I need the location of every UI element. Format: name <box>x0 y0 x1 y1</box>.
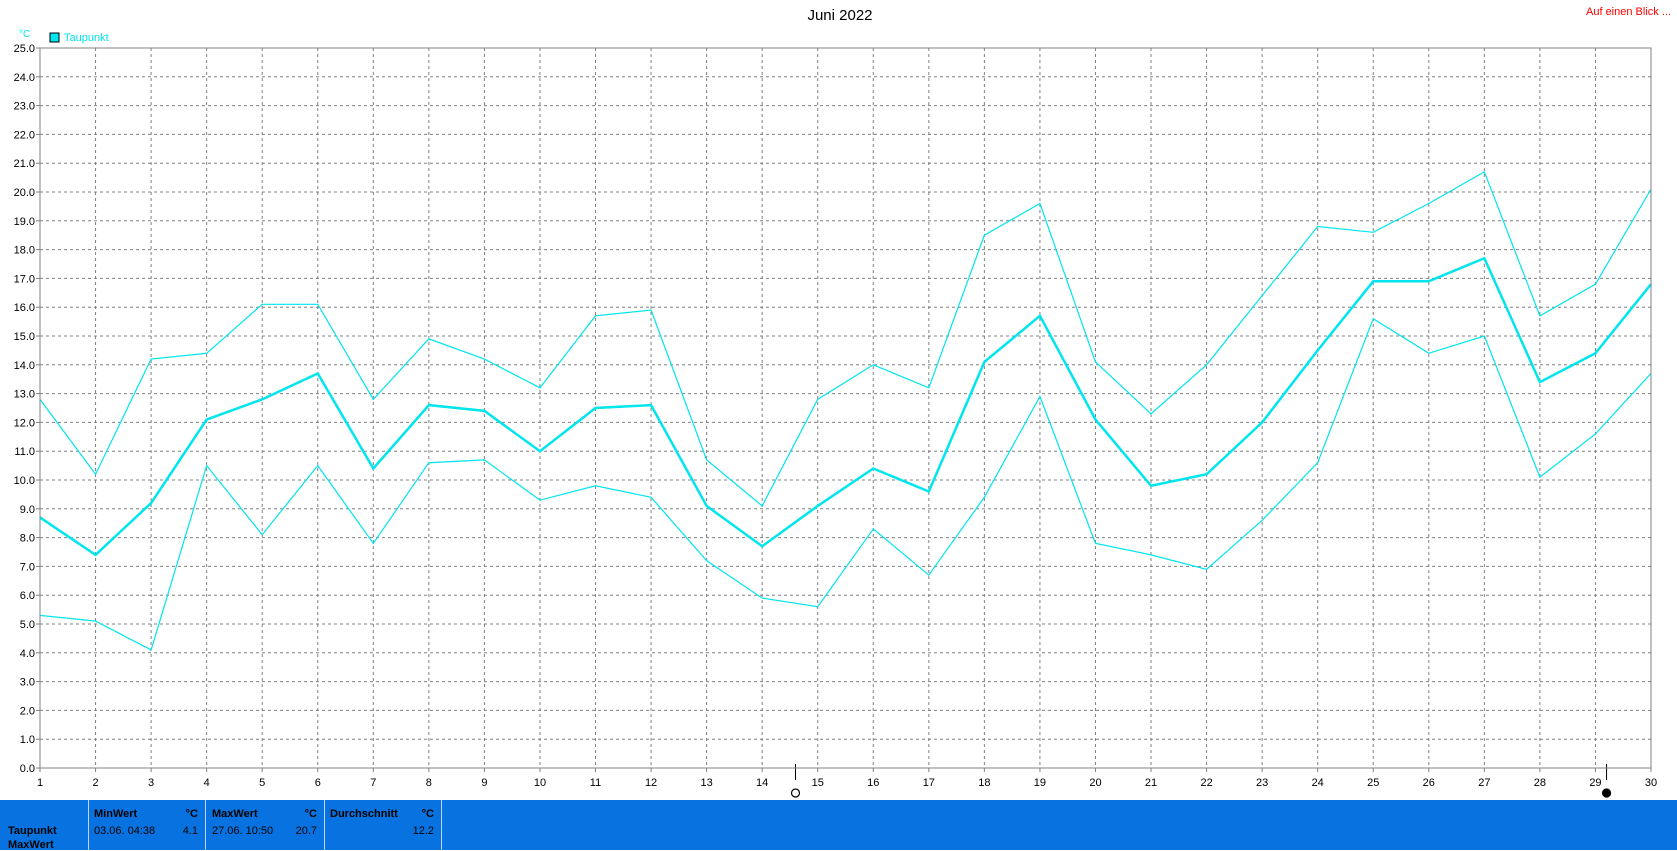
min-value: 4.1 <box>182 825 198 837</box>
x-tick-label: 18 <box>978 777 990 789</box>
x-tick-label: 8 <box>426 777 432 789</box>
x-tick-label: 16 <box>867 777 879 789</box>
x-tick-label: 5 <box>259 777 265 789</box>
x-tick-label: 20 <box>1089 777 1101 789</box>
avg-unit: °C <box>421 808 434 820</box>
y-tick-label: 0.0 <box>20 763 35 775</box>
x-tick-label: 25 <box>1367 777 1379 789</box>
stats-average: Durchschnitt °C 12.2 <box>330 800 434 850</box>
legend-swatch <box>49 32 60 43</box>
y-tick-label: 8.0 <box>20 533 35 545</box>
y-tick-label: 21.0 <box>14 158 35 170</box>
x-tick-label: 13 <box>700 777 712 789</box>
min-header: MinWert <box>94 808 138 820</box>
y-tick-label: 15.0 <box>14 331 35 343</box>
x-tick-label: 26 <box>1423 777 1435 789</box>
y-tick-label: 23.0 <box>14 101 35 113</box>
x-tick-label: 3 <box>148 777 154 789</box>
series-line-min <box>39 317 1652 651</box>
y-tick-label: 16.0 <box>14 302 35 314</box>
y-tick-label: 10.0 <box>14 475 35 487</box>
y-axis-ticks: 0.0 1.0 2.0 3.0 4.0 5.0 6.0 7.0 8.0 9.0 10.0 11.0 12… <box>14 43 40 775</box>
row-label-maxwert: MaxWert <box>8 839 54 851</box>
x-tick-label: 15 <box>812 777 824 789</box>
stats-divider <box>324 800 325 850</box>
row-labels: Taupunkt MaxWert <box>8 800 88 851</box>
legend-label-taupunkt: Taupunkt <box>64 32 109 44</box>
series-line-max <box>39 170 1652 507</box>
y-axis-unit: °C <box>19 29 30 40</box>
min-date-time: 03.06. 04:38 <box>94 825 156 837</box>
x-tick-label: 27 <box>1478 777 1490 789</box>
stats-table: Taupunkt MaxWert MinWert °C 03.06. 04:38… <box>0 800 1677 851</box>
max-value: 20.7 <box>295 825 317 837</box>
x-tick-label: 29 <box>1589 777 1601 789</box>
x-tick-label: 23 <box>1256 777 1268 789</box>
chart-title: Juni 2022 <box>807 7 872 24</box>
x-tick-label: 12 <box>645 777 657 789</box>
y-tick-label: 3.0 <box>20 677 35 689</box>
dewpoint-chart: Juni 2022 °C Taupunkt 0.0 1.0 2.0 3.0 4.0 5.0… <box>14 7 1657 798</box>
avg-header: Durchschnitt <box>330 808 398 820</box>
stats-divider <box>441 800 442 850</box>
y-tick-label: 20.0 <box>14 187 35 199</box>
max-date-time: 27.06. 10:50 <box>212 825 274 837</box>
y-tick-label: 12.0 <box>14 417 35 429</box>
y-tick-label: 6.0 <box>20 590 35 602</box>
y-tick-label: 18.0 <box>14 245 35 257</box>
x-tick-label: 10 <box>534 777 546 789</box>
x-tick-label: 28 <box>1534 777 1546 789</box>
x-tick-label: 24 <box>1312 777 1324 789</box>
x-tick-label: 7 <box>370 777 376 789</box>
x-tick-label: 21 <box>1145 777 1157 789</box>
y-tick-label: 14.0 <box>14 360 35 372</box>
y-tick-label: 5.0 <box>20 619 35 631</box>
y-tick-label: 19.0 <box>14 216 35 228</box>
x-axis-ticks: 1 2 3 4 5 6 7 8 9 10 11 12 13 14 15 16 17 18 19 20 21 22 23 24 2… <box>37 768 1657 789</box>
legend: Taupunkt <box>49 32 109 44</box>
x-tick-label: 19 <box>1034 777 1046 789</box>
y-tick-label: 1.0 <box>20 734 35 746</box>
full-moon-icon <box>1601 788 1612 798</box>
row-label-taupunkt: Taupunkt <box>8 825 57 837</box>
y-tick-label: 24.0 <box>14 72 35 84</box>
x-tick-label: 2 <box>92 777 98 789</box>
x-tick-label: 30 <box>1645 777 1657 789</box>
stats-max: MaxWert °C 27.06. 10:50 20.7 <box>212 800 317 850</box>
x-tick-label: 4 <box>204 777 210 789</box>
x-tick-label: 11 <box>590 777 601 789</box>
y-tick-label: 4.0 <box>20 648 35 660</box>
stats-min: MinWert °C 03.06. 04:38 4.1 <box>94 800 198 850</box>
x-tick-label: 6 <box>315 777 321 789</box>
x-tick-label: 17 <box>923 777 935 789</box>
y-tick-label: 11.0 <box>14 446 35 458</box>
x-tick-label: 14 <box>756 777 768 789</box>
max-unit: °C <box>304 808 317 820</box>
overview-link[interactable]: Auf einen Blick ... <box>1586 6 1671 18</box>
stats-divider <box>88 800 89 850</box>
stats-divider <box>205 800 206 850</box>
x-tick-label: 9 <box>481 777 487 789</box>
x-tick-label: 1 <box>37 777 43 789</box>
avg-value: 12.2 <box>412 825 434 837</box>
plot-frame <box>39 47 1652 769</box>
y-tick-label: 2.0 <box>20 705 35 717</box>
y-tick-label: 17.0 <box>14 273 35 285</box>
y-tick-label: 22.0 <box>14 129 35 141</box>
series-layer <box>39 170 1652 651</box>
grid <box>39 47 1652 769</box>
y-tick-label: 25.0 <box>14 43 35 55</box>
y-tick-label: 13.0 <box>14 389 35 401</box>
max-header: MaxWert <box>212 808 258 820</box>
new-moon-icon <box>790 788 801 798</box>
y-tick-label: 7.0 <box>20 561 35 573</box>
y-tick-label: 9.0 <box>20 504 35 516</box>
x-tick-label: 22 <box>1200 777 1212 789</box>
min-unit: °C <box>185 808 198 820</box>
